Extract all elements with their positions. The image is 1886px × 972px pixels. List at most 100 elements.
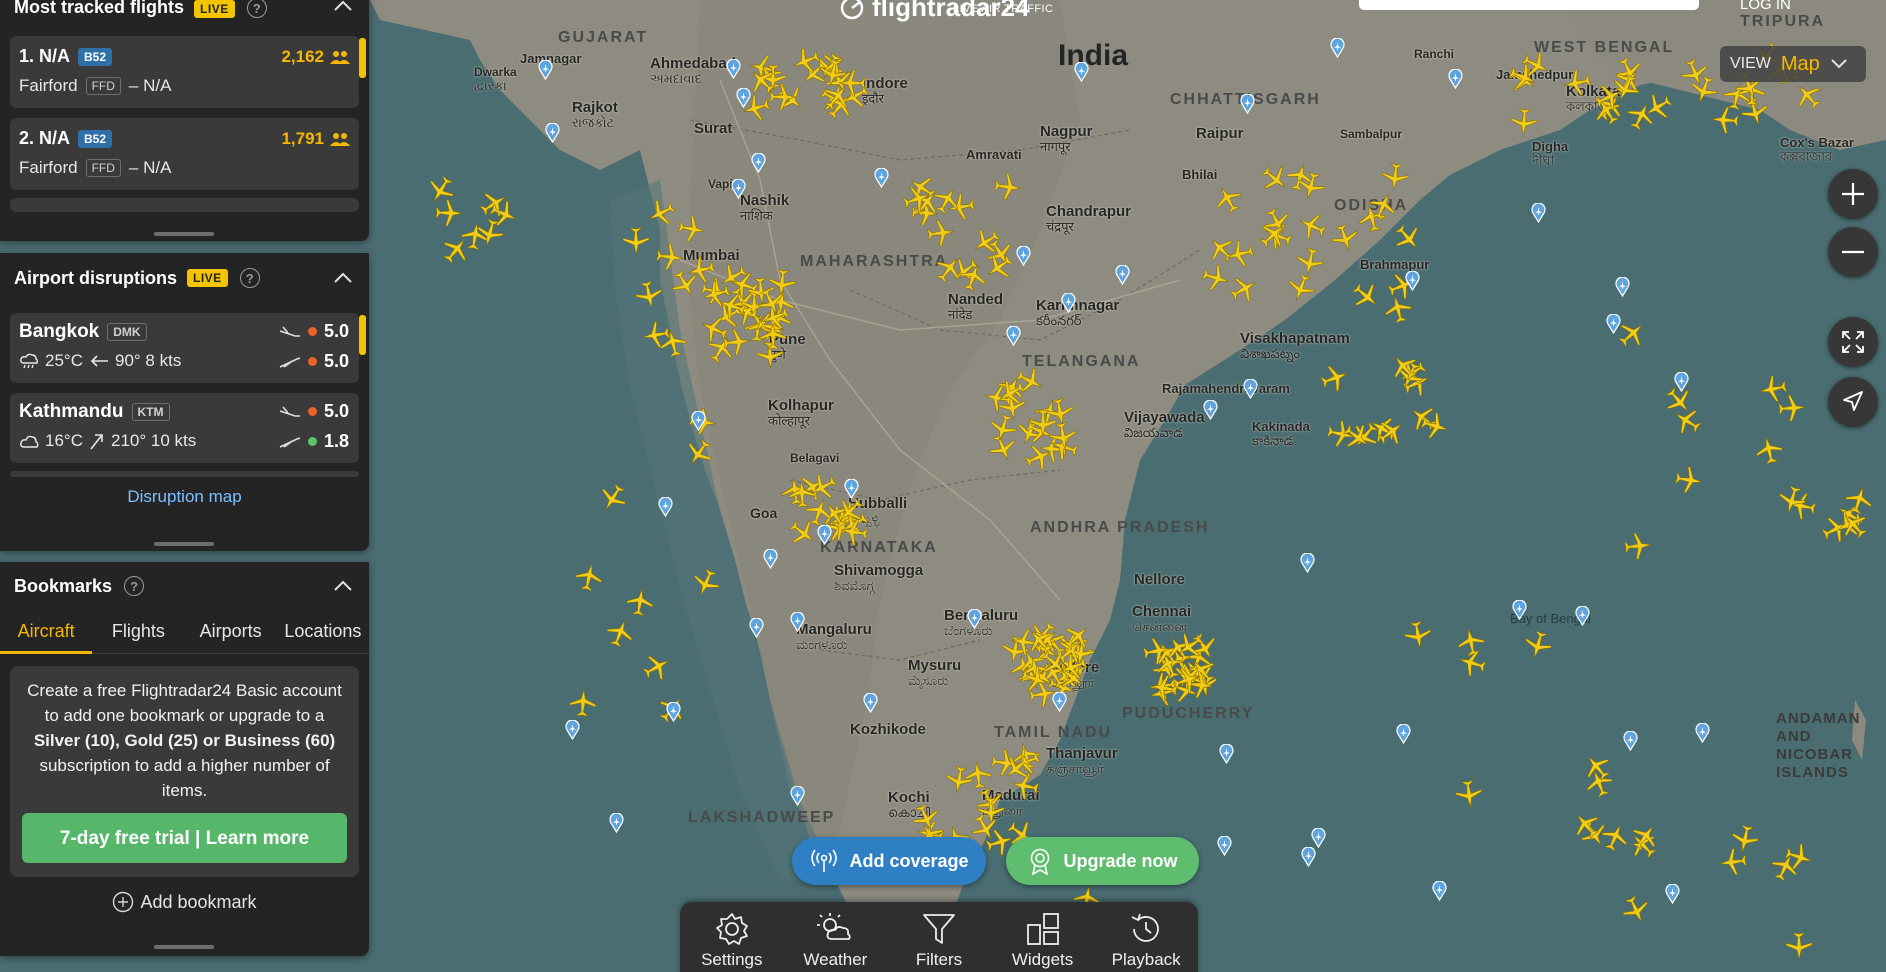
help-icon[interactable]: ? xyxy=(246,0,267,18)
resize-handle[interactable] xyxy=(154,945,214,949)
airport-marker-icon[interactable] xyxy=(863,692,878,714)
free-trial-button[interactable]: 7-day free trial | Learn more xyxy=(22,813,347,863)
airport-marker-icon[interactable] xyxy=(763,548,779,569)
chevron-up-icon[interactable] xyxy=(331,0,355,18)
airport-marker-icon[interactable] xyxy=(874,167,889,189)
aircraft-icon[interactable] xyxy=(1453,778,1486,811)
aircraft-icon[interactable] xyxy=(1140,634,1175,669)
help-icon[interactable]: ? xyxy=(124,576,145,596)
locate-me-button[interactable] xyxy=(1828,377,1878,427)
resize-handle[interactable] xyxy=(154,232,214,236)
airport-disruption-card[interactable]: Kathmandu KTM 16°C 210° 10 kts 5.0 1.8 xyxy=(10,393,359,463)
most-tracked-header[interactable]: Most tracked flights LIVE ? xyxy=(0,0,369,22)
add-coverage-button[interactable]: Add coverage xyxy=(792,837,986,885)
search-input[interactable] xyxy=(1359,0,1699,10)
airport-marker-icon[interactable] xyxy=(843,478,859,499)
zoom-in-button[interactable] xyxy=(1828,169,1878,219)
airport-marker-icon[interactable] xyxy=(1203,399,1219,421)
airport-marker-icon[interactable] xyxy=(1575,605,1590,626)
airport-marker-icon[interactable] xyxy=(1448,68,1463,89)
airport-marker-icon[interactable] xyxy=(1300,552,1315,574)
settings-button[interactable]: Settings xyxy=(686,910,778,970)
airport-marker-icon[interactable] xyxy=(749,617,764,638)
aircraft-icon[interactable] xyxy=(567,687,599,719)
airport-marker-icon[interactable] xyxy=(1074,61,1089,82)
add-bookmark-button[interactable]: Add bookmark xyxy=(0,891,369,913)
aircraft-icon[interactable] xyxy=(1559,65,1595,101)
airport-marker-icon[interactable] xyxy=(565,719,580,741)
airport-disruption-card[interactable]: Bangkok DMK 25°C 90° 8 kts 5.0 5.0 xyxy=(10,313,359,383)
airport-marker-icon[interactable] xyxy=(1061,292,1076,314)
login-button[interactable]: LOG IN xyxy=(1740,0,1791,13)
airport-marker-icon[interactable] xyxy=(1330,37,1345,58)
airport-marker-icon[interactable] xyxy=(1695,722,1710,743)
airport-marker-icon[interactable] xyxy=(657,496,673,518)
chevron-up-icon[interactable] xyxy=(331,574,355,598)
airport-marker-icon[interactable] xyxy=(1512,599,1527,621)
view-selector[interactable]: VIEW Map xyxy=(1720,46,1866,82)
airport-marker-icon[interactable] xyxy=(1311,827,1326,849)
airport-marker-icon[interactable] xyxy=(817,524,832,546)
airport-marker-icon[interactable] xyxy=(1115,264,1130,286)
tracked-flight-card-partial[interactable] xyxy=(10,198,359,212)
aircraft-icon[interactable] xyxy=(1756,371,1791,406)
aircraft-icon[interactable] xyxy=(768,82,799,113)
airport-marker-icon[interactable] xyxy=(1531,201,1546,223)
airport-marker-icon[interactable] xyxy=(691,410,706,431)
tracked-flight-card[interactable]: 1. N/A B52 2,162 Fairford FFD – N/A xyxy=(10,36,359,108)
airport-marker-icon[interactable] xyxy=(1216,835,1232,857)
airport-marker-icon[interactable] xyxy=(726,57,741,79)
aircraft-icon[interactable] xyxy=(623,585,657,619)
aircraft-icon[interactable] xyxy=(620,226,651,257)
airport-marker-icon[interactable] xyxy=(538,59,553,81)
upgrade-now-button[interactable]: Upgrade now xyxy=(1006,837,1199,885)
aircraft-icon[interactable] xyxy=(1671,463,1705,497)
airport-marker-icon[interactable] xyxy=(967,607,982,629)
tab-aircraft[interactable]: Aircraft xyxy=(0,610,93,654)
aircraft-icon[interactable] xyxy=(837,515,871,549)
aircraft-icon[interactable] xyxy=(1716,846,1749,879)
airport-marker-icon[interactable] xyxy=(790,611,805,632)
playback-button[interactable]: Playback xyxy=(1100,910,1192,970)
help-icon[interactable]: ? xyxy=(239,268,260,288)
tracked-flight-card[interactable]: 2. N/A B52 1,791 Fairford FFD – N/A xyxy=(10,118,359,190)
aircraft-icon[interactable] xyxy=(1028,407,1059,438)
airport-marker-icon[interactable] xyxy=(736,86,751,108)
airport-marker-icon[interactable] xyxy=(1016,245,1031,266)
fullscreen-button[interactable] xyxy=(1828,317,1878,367)
airport-marker-icon[interactable] xyxy=(1396,723,1411,745)
airport-marker-icon[interactable] xyxy=(1665,883,1681,904)
aircraft-icon[interactable] xyxy=(653,240,686,273)
resize-handle[interactable] xyxy=(154,542,214,546)
tab-flights[interactable]: Flights xyxy=(92,610,184,653)
airport-marker-icon[interactable] xyxy=(666,701,681,723)
aircraft-icon[interactable] xyxy=(1621,529,1654,562)
airport-marker-icon[interactable] xyxy=(1615,276,1630,298)
airport-marker-icon[interactable] xyxy=(730,178,746,200)
airport-marker-icon[interactable] xyxy=(1005,325,1021,347)
airport-marker-icon[interactable] xyxy=(1219,743,1234,765)
airport-marker-icon[interactable] xyxy=(1623,730,1638,752)
chevron-up-icon[interactable] xyxy=(331,266,355,290)
tab-airports[interactable]: Airports xyxy=(185,610,277,653)
zoom-out-button[interactable] xyxy=(1828,227,1878,277)
airport-marker-icon[interactable] xyxy=(609,812,624,833)
aircraft-icon[interactable] xyxy=(991,170,1024,203)
airport-marker-icon[interactable] xyxy=(545,122,560,144)
airport-marker-icon[interactable] xyxy=(751,152,766,174)
aircraft-icon[interactable] xyxy=(758,321,789,352)
filters-button[interactable]: Filters xyxy=(893,910,985,970)
airport-marker-icon[interactable] xyxy=(1240,93,1255,114)
airport-disruption-card-partial[interactable] xyxy=(10,471,359,477)
airport-marker-icon[interactable] xyxy=(1606,313,1621,334)
airport-marker-icon[interactable] xyxy=(1674,371,1689,393)
aircraft-icon[interactable] xyxy=(1784,930,1815,961)
aircraft-icon[interactable] xyxy=(924,216,957,249)
aircraft-icon[interactable] xyxy=(1508,106,1540,138)
widgets-button[interactable]: Widgets xyxy=(997,910,1089,970)
scrollbar-thumb[interactable] xyxy=(359,38,366,78)
airport-marker-icon[interactable] xyxy=(790,785,805,806)
tab-locations[interactable]: Locations xyxy=(277,610,369,653)
aircraft-icon[interactable] xyxy=(941,763,976,798)
aircraft-icon[interactable] xyxy=(1400,618,1435,653)
